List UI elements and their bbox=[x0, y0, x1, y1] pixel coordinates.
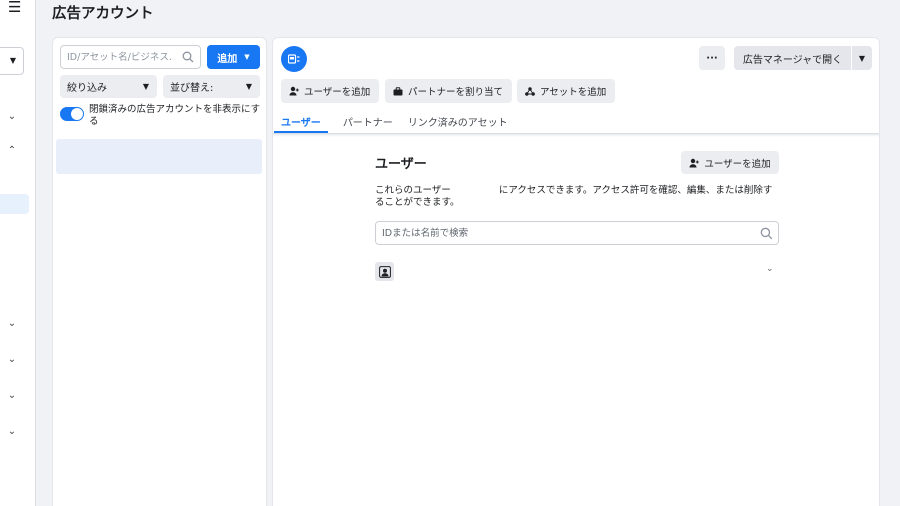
account-search[interactable] bbox=[60, 45, 201, 69]
account-search-input[interactable] bbox=[61, 46, 173, 68]
chevron-down-icon[interactable]: ⌄ bbox=[6, 390, 18, 401]
section-description: これらのユーザー にアクセスできます。アクセス許可を確認、編集、または削除す るこ… bbox=[375, 185, 780, 209]
detail-tabs: ユーザー パートナー リンク済みのアセット bbox=[274, 111, 508, 133]
description-part-1: これらのユーザー bbox=[375, 185, 451, 196]
search-icon bbox=[760, 227, 773, 240]
user-add-icon bbox=[689, 158, 700, 167]
open-ads-manager-button[interactable]: 広告マネージャで開く bbox=[734, 46, 851, 70]
caret-down-icon: ▼ bbox=[245, 82, 252, 91]
nav-active-item[interactable] bbox=[0, 194, 29, 214]
hamburger-icon[interactable]: ☰ bbox=[8, 0, 21, 15]
open-ads-manager-dropdown[interactable]: ▼ bbox=[852, 46, 872, 70]
sort-label: 並び替え: bbox=[170, 83, 214, 94]
user-search-input[interactable] bbox=[376, 222, 746, 244]
hide-closed-toggle[interactable] bbox=[60, 107, 84, 121]
assign-partner-button[interactable]: パートナーを割り当て bbox=[385, 79, 513, 103]
page-title: 広告アカウント bbox=[52, 6, 154, 22]
account-detail-panel: ··· 広告マネージャで開く ▼ ユーザーを追加 パートナーを割り当て アセット… bbox=[272, 37, 880, 506]
description-part-3: ることができます。 bbox=[375, 197, 460, 208]
more-options-button[interactable]: ··· bbox=[699, 46, 725, 70]
section-add-user-label: ユーザーを追加 bbox=[704, 158, 771, 170]
user-search[interactable] bbox=[375, 221, 779, 245]
account-icon bbox=[281, 46, 307, 72]
tab-users[interactable]: ユーザー bbox=[274, 111, 328, 133]
chevron-down-icon[interactable]: ⌄ bbox=[766, 264, 774, 274]
chevron-down-icon[interactable]: ⌄ bbox=[6, 318, 18, 329]
user-add-icon bbox=[289, 86, 299, 96]
toggle-knob bbox=[71, 108, 83, 120]
add-button[interactable]: 追加 ▼ bbox=[207, 45, 260, 69]
chevron-down-icon[interactable]: ⌄ bbox=[6, 354, 18, 365]
chevron-down-icon[interactable]: ⌄ bbox=[6, 111, 18, 122]
sort-dropdown[interactable]: 並び替え: ▼ bbox=[163, 75, 260, 98]
add-user-label: ユーザーを追加 bbox=[304, 87, 371, 98]
hide-closed-toggle-row: 閉鎖済みの広告アカウントを非表示にする bbox=[60, 104, 265, 128]
toggle-label: 閉鎖済みの広告アカウントを非表示にする bbox=[89, 104, 261, 127]
business-selector[interactable]: ▼ bbox=[0, 47, 24, 75]
account-list-panel: 追加 ▼ 絞り込み ▼ 並び替え: ▼ 閉鎖済みの広告アカウントを非表示にする bbox=[52, 37, 267, 506]
caret-down-icon: ▼ bbox=[9, 56, 16, 65]
chevron-down-icon[interactable]: ⌄ bbox=[6, 426, 18, 437]
filter-label: 絞り込み bbox=[67, 83, 107, 94]
section-add-user-button[interactable]: ユーザーを追加 bbox=[681, 151, 779, 174]
nav-rail: ☰ ▼ ⌄ ⌃ ⌄ ⌄ ⌄ ⌄ bbox=[0, 0, 36, 506]
search-icon bbox=[182, 51, 194, 63]
caret-down-icon: ▼ bbox=[142, 82, 149, 91]
section-title: ユーザー bbox=[375, 157, 427, 172]
account-list-item-selected[interactable] bbox=[56, 139, 262, 174]
divider-shadow bbox=[273, 134, 879, 137]
briefcase-icon bbox=[393, 86, 403, 95]
add-button-label: 追加 bbox=[217, 53, 238, 65]
tab-partners[interactable]: パートナー bbox=[343, 111, 393, 133]
add-asset-button[interactable]: アセットを追加 bbox=[517, 79, 616, 103]
chevron-up-icon[interactable]: ⌃ bbox=[6, 145, 18, 156]
asset-icon bbox=[525, 86, 535, 96]
user-avatar-icon bbox=[375, 262, 394, 281]
add-user-button[interactable]: ユーザーを追加 bbox=[281, 79, 380, 103]
description-part-2: にアクセスできます。アクセス許可を確認、編集、または削除す bbox=[498, 185, 773, 196]
add-asset-label: アセットを追加 bbox=[540, 87, 607, 98]
tab-linked-assets[interactable]: リンク済みのアセット bbox=[408, 111, 508, 133]
assign-partner-label: パートナーを割り当て bbox=[408, 87, 504, 98]
caret-down-icon: ▼ bbox=[244, 53, 250, 61]
filter-dropdown[interactable]: 絞り込み ▼ bbox=[60, 75, 157, 98]
